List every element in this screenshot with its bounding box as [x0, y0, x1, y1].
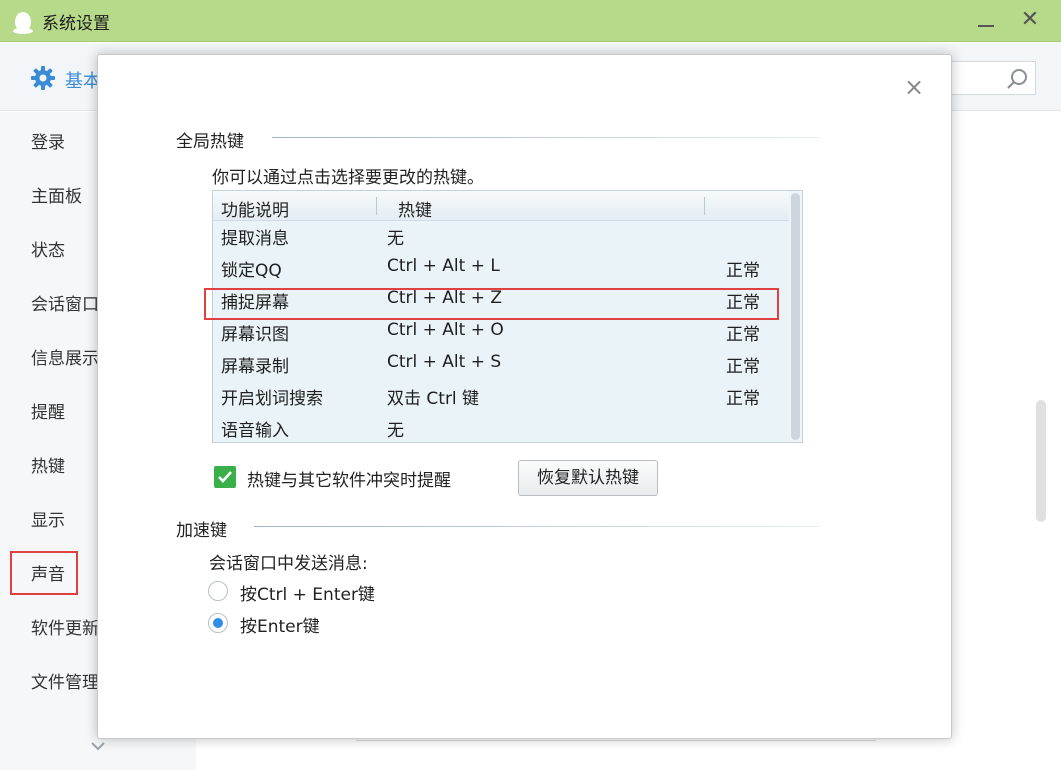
restore-default-hotkeys-button[interactable]: 恢复默认热键	[518, 460, 658, 496]
table-row[interactable]: 提取消息 无	[213, 221, 789, 253]
background-bottom	[196, 740, 1061, 770]
window-title: 系统设置	[42, 14, 110, 34]
send-message-label: 会话窗口中发送消息:	[209, 554, 368, 574]
table-row[interactable]: 屏幕录制 Ctrl + Alt + S 正常	[213, 349, 789, 381]
search-icon[interactable]	[1005, 67, 1029, 91]
conflict-reminder-label[interactable]: 热键与其它软件冲突时提醒	[247, 466, 451, 491]
search-input[interactable]	[950, 61, 1036, 95]
sidebar-item-sound[interactable]: 声音	[31, 560, 65, 585]
radio-ctrl-enter[interactable]	[208, 581, 228, 601]
gear-icon	[31, 66, 55, 90]
table-header: 功能说明 热键	[213, 191, 789, 221]
row-hotkey: 无	[387, 421, 404, 441]
row-function: 屏幕识图	[221, 325, 289, 345]
window-titlebar: 系统设置 ✕	[0, 0, 1061, 42]
sidebar-item-hotkeys[interactable]: 热键	[31, 452, 65, 477]
sidebar-item-reminder[interactable]: 提醒	[31, 398, 65, 423]
accelerator-title: 加速键	[176, 521, 227, 541]
radio-ctrl-enter-label[interactable]: 按Ctrl + Enter键	[240, 580, 375, 605]
qq-penguin-icon	[13, 12, 33, 34]
row-hotkey: 无	[387, 229, 404, 249]
sidebar-item-file-management[interactable]: 文件管理	[31, 668, 99, 693]
row-status: 正常	[726, 261, 760, 281]
row-function: 提取消息	[221, 229, 289, 249]
chevron-down-icon[interactable]	[90, 740, 106, 754]
table-row[interactable]: 屏幕识图 Ctrl + Alt + O 正常	[213, 317, 789, 349]
sidebar-item-info-display[interactable]: 信息展示	[31, 344, 99, 369]
sidebar-item-status[interactable]: 状态	[31, 236, 65, 261]
table-row[interactable]: 锁定QQ Ctrl + Alt + L 正常	[213, 253, 789, 285]
radio-enter-label[interactable]: 按Enter键	[240, 612, 320, 637]
row-function: 开启划词搜索	[221, 389, 323, 409]
sidebar-item-display[interactable]: 显示	[31, 506, 65, 531]
table-scrollbar[interactable]	[789, 191, 802, 442]
sidebar-item-software-update[interactable]: 软件更新	[31, 614, 99, 639]
sidebar-item-login[interactable]: 登录	[31, 128, 65, 153]
minimize-button[interactable]	[975, 8, 999, 32]
table-row[interactable]: 开启划词搜索 双击 Ctrl 键 正常	[213, 381, 789, 413]
section-divider	[272, 137, 820, 138]
row-hotkey: 双击 Ctrl 键	[387, 389, 480, 409]
row-hotkey: Ctrl + Alt + L	[387, 256, 500, 276]
row-function: 锁定QQ	[221, 261, 282, 281]
radio-enter[interactable]	[208, 613, 228, 633]
window-close-button[interactable]: ✕	[1018, 8, 1042, 32]
checkmark-icon	[218, 471, 232, 483]
annotation-highlight-box	[204, 288, 779, 320]
dialog-close-button[interactable]: ×	[902, 75, 926, 99]
row-hotkey: Ctrl + Alt + S	[387, 352, 502, 372]
sidebar-item-chat-window[interactable]: 会话窗口	[31, 290, 99, 315]
row-status: 正常	[726, 389, 760, 409]
basic-settings-label[interactable]: 基本	[65, 67, 101, 93]
column-header-function[interactable]: 功能说明	[221, 196, 289, 221]
row-function: 屏幕录制	[221, 357, 289, 377]
conflict-reminder-checkbox[interactable]	[214, 466, 236, 488]
hotkey-settings-dialog: × 全局热键 你可以通过点击选择要更改的热键。 功能说明 热键 提取消息 无 锁…	[97, 54, 952, 739]
global-hotkeys-title: 全局热键	[176, 132, 244, 152]
row-hotkey: Ctrl + Alt + O	[387, 320, 504, 340]
row-status: 正常	[726, 325, 760, 345]
row-status: 正常	[726, 357, 760, 377]
hotkey-hint-text: 你可以通过点击选择要更改的热键。	[212, 168, 484, 188]
table-scrollbar-thumb[interactable]	[791, 193, 800, 440]
sidebar-item-main-panel[interactable]: 主面板	[31, 182, 82, 207]
page-scrollbar[interactable]	[1036, 400, 1046, 522]
section-divider	[254, 526, 820, 527]
column-header-hotkey[interactable]: 热键	[398, 196, 432, 221]
table-row[interactable]: 语音输入 无	[213, 413, 789, 442]
row-function: 语音输入	[221, 421, 289, 441]
